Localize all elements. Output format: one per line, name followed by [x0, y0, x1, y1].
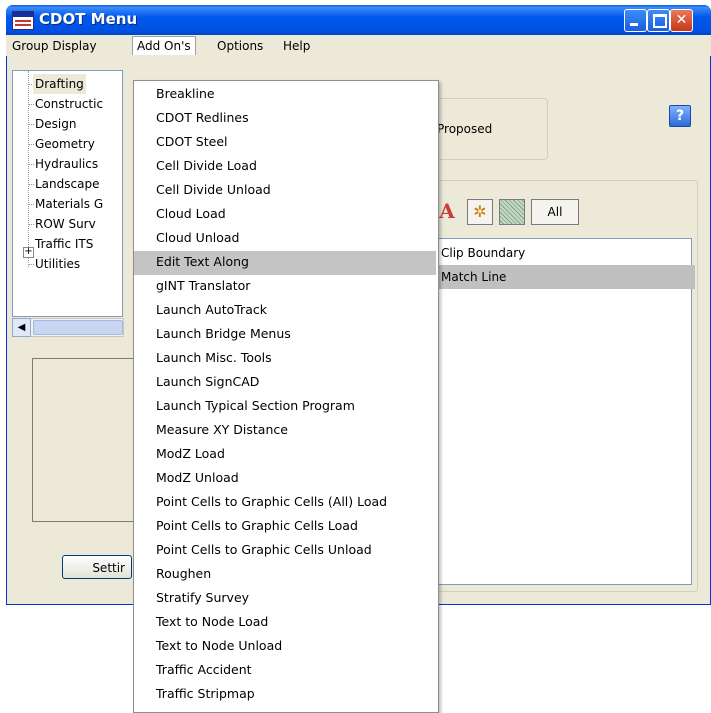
tree-item-drafting[interactable]: Drafting [33, 74, 86, 94]
menu-item-cell-divide-load[interactable]: Cell Divide Load [134, 155, 436, 179]
menu-bar: Group Display Add On's Options Help [6, 35, 711, 56]
group-tree[interactable]: Drafting Constructic Design Geometry Hyd… [12, 70, 123, 317]
list-item-match-line[interactable]: Match Line [437, 265, 695, 289]
preview-panel [32, 358, 134, 522]
pattern-tool-icon[interactable] [499, 199, 525, 225]
help-question-icon[interactable]: ? [669, 105, 691, 127]
menu-help[interactable]: Help [279, 37, 314, 55]
menu-options[interactable]: Options [213, 37, 267, 55]
menu-item-launch-typical-section[interactable]: Launch Typical Section Program [134, 395, 436, 419]
close-button[interactable]: ✕ [670, 9, 693, 32]
menu-item-measure-xy-distance[interactable]: Measure XY Distance [134, 419, 436, 443]
add-ons-dropdown-menu: Breakline CDOT Redlines CDOT Steel Cell … [133, 80, 439, 713]
menu-item-modz-unload[interactable]: ModZ Unload [134, 467, 436, 491]
scroll-left-arrow-icon[interactable]: ◀ [12, 318, 31, 337]
tree-item-materials[interactable]: Materials G [35, 194, 103, 214]
window-title: CDOT Menu [39, 10, 138, 28]
menu-item-point-cells-all-load[interactable]: Point Cells to Graphic Cells (All) Load [134, 491, 436, 515]
menu-item-launch-autotrack[interactable]: Launch AutoTrack [134, 299, 436, 323]
scroll-thumb[interactable] [33, 320, 123, 335]
menu-item-cdot-steel[interactable]: CDOT Steel [134, 131, 436, 155]
menu-item-traffic-accident[interactable]: Traffic Accident [134, 659, 436, 683]
menu-item-cdot-redlines[interactable]: CDOT Redlines [134, 107, 436, 131]
tree-item-row-survey[interactable]: ROW Surv [35, 214, 96, 234]
menu-item-roughen[interactable]: Roughen [134, 563, 436, 587]
close-icon: ✕ [675, 12, 688, 28]
title-bar[interactable]: CDOT Menu ✕ [6, 5, 711, 35]
menu-item-modz-load[interactable]: ModZ Load [134, 443, 436, 467]
tree-item-hydraulics[interactable]: Hydraulics [35, 154, 98, 174]
all-button[interactable]: All [531, 199, 579, 225]
tree-item-traffic-its[interactable]: Traffic ITS [35, 234, 93, 254]
minimize-button[interactable] [624, 9, 647, 32]
menu-item-breakline[interactable]: Breakline [134, 83, 436, 107]
minimize-icon [630, 23, 638, 26]
menu-item-gint-translator[interactable]: gINT Translator [134, 275, 436, 299]
maximize-button[interactable] [647, 9, 670, 32]
proposed-label[interactable]: Proposed [437, 122, 492, 136]
menu-item-cloud-load[interactable]: Cloud Load [134, 203, 436, 227]
menu-group-display[interactable]: Group Display [8, 37, 101, 55]
menu-add-ons[interactable]: Add On's [132, 36, 196, 55]
menu-item-launch-bridge-menus[interactable]: Launch Bridge Menus [134, 323, 436, 347]
tree-item-utilities[interactable]: Utilities [35, 254, 80, 274]
menu-item-launch-signcad[interactable]: Launch SignCAD [134, 371, 436, 395]
menu-item-cloud-unload[interactable]: Cloud Unload [134, 227, 436, 251]
menu-item-launch-misc-tools[interactable]: Launch Misc. Tools [134, 347, 436, 371]
star-tool-icon[interactable]: ✲ [467, 199, 493, 225]
menu-item-edit-text-along[interactable]: Edit Text Along [134, 251, 436, 275]
cell-list[interactable] [433, 238, 692, 585]
tree-item-design[interactable]: Design [35, 114, 76, 134]
menu-item-text-to-node-load[interactable]: Text to Node Load [134, 611, 436, 635]
app-logo-icon [12, 11, 34, 30]
menu-item-stratify-survey[interactable]: Stratify Survey [134, 587, 436, 611]
menu-item-point-cells-load[interactable]: Point Cells to Graphic Cells Load [134, 515, 436, 539]
expand-plus-icon[interactable]: + [23, 247, 34, 258]
settings-button[interactable]: Settir [62, 555, 132, 579]
menu-item-point-cells-unload[interactable]: Point Cells to Graphic Cells Unload [134, 539, 436, 563]
menu-item-cell-divide-unload[interactable]: Cell Divide Unload [134, 179, 436, 203]
menu-item-traffic-stripmap[interactable]: Traffic Stripmap [134, 683, 436, 707]
list-item-clip-boundary[interactable]: Clip Boundary [437, 241, 695, 265]
tree-item-geometry[interactable]: Geometry [35, 134, 95, 154]
tree-item-construction[interactable]: Constructic [35, 94, 103, 114]
maximize-icon [653, 14, 667, 28]
tree-item-landscape[interactable]: Landscape [35, 174, 99, 194]
menu-item-text-to-node-unload[interactable]: Text to Node Unload [134, 635, 436, 659]
